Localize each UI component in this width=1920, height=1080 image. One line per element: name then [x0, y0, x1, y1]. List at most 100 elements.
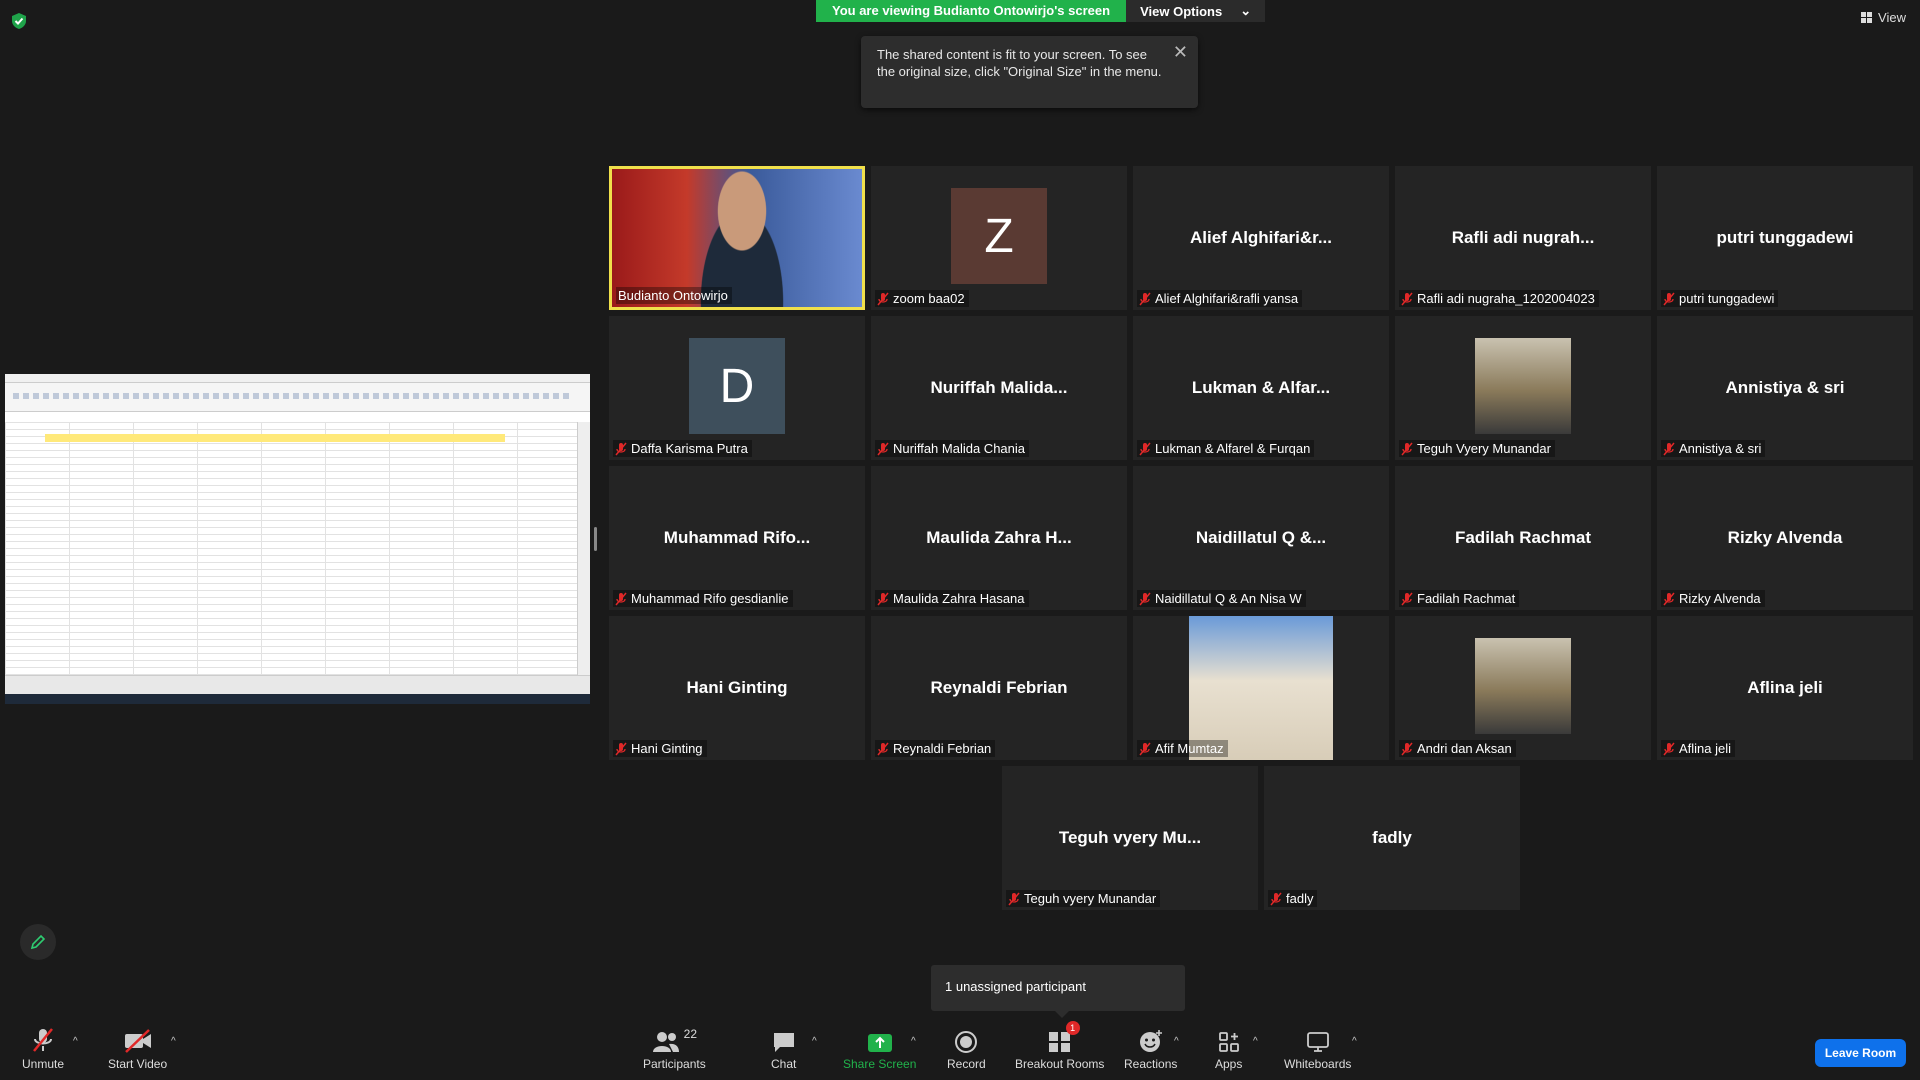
- start-video-button[interactable]: Start Video: [108, 1027, 167, 1071]
- participant-name-large: Reynaldi Febrian: [930, 678, 1068, 697]
- shared-taskbar: [5, 694, 590, 704]
- share-options-caret[interactable]: ^: [911, 1036, 916, 1047]
- breakout-rooms-button[interactable]: 1 Breakout Rooms: [1015, 1021, 1105, 1071]
- participant-label: Fadilah Rachmat: [1399, 590, 1520, 607]
- participants-button[interactable]: 22 Participants: [643, 1027, 706, 1071]
- pencil-icon: [30, 934, 46, 950]
- microphone-muted-icon: [1139, 442, 1151, 456]
- chat-options-caret[interactable]: ^: [812, 1036, 817, 1047]
- view-button[interactable]: View: [1861, 10, 1906, 25]
- participant-name-large: Naidillatul Q &...: [1195, 528, 1327, 547]
- view-label: View: [1878, 10, 1906, 25]
- participant-tile[interactable]: Teguh Vyery Munandar: [1395, 316, 1651, 460]
- participant-name: Daffa Karisma Putra: [631, 441, 748, 456]
- close-icon[interactable]: ✕: [1173, 42, 1188, 63]
- unmute-button[interactable]: Unmute: [22, 1027, 64, 1071]
- participant-tile[interactable]: Teguh vyery Mu... Teguh vyery Munandar: [1002, 766, 1258, 910]
- participant-tile[interactable]: fadly fadly: [1264, 766, 1520, 910]
- participant-tile[interactable]: Nuriffah Malida... Nuriffah Malida Chania: [871, 316, 1127, 460]
- breakout-label: Breakout Rooms: [1015, 1057, 1105, 1071]
- participant-name-large: Fadilah Rachmat: [1454, 528, 1592, 547]
- share-screen-button[interactable]: Share Screen: [843, 1027, 916, 1071]
- shared-screen[interactable]: [5, 374, 590, 704]
- participant-tile[interactable]: Naidillatul Q &... Naidillatul Q & An Nis…: [1133, 466, 1389, 610]
- reactions-options-caret[interactable]: ^: [1174, 1036, 1179, 1047]
- participant-tile[interactable]: Afif Mumtaz: [1133, 616, 1389, 760]
- whiteboards-button[interactable]: Whiteboards: [1284, 1027, 1351, 1071]
- audio-options-caret[interactable]: ^: [73, 1036, 78, 1047]
- participant-label: Hani Ginting: [613, 740, 707, 757]
- annotate-button[interactable]: [20, 924, 56, 960]
- participant-tile[interactable]: Rizky Alvenda Rizky Alvenda: [1657, 466, 1913, 610]
- participant-tile[interactable]: Rafli adi nugrah... Rafli adi nugraha_120…: [1395, 166, 1651, 310]
- participant-name-large: Hani Ginting: [686, 678, 788, 697]
- microphone-muted-icon: [1270, 892, 1282, 906]
- participant-tile[interactable]: Muhammad Rifo... Muhammad Rifo gesdianlie: [609, 466, 865, 610]
- view-options-button[interactable]: View Options ⌄: [1126, 0, 1266, 22]
- participant-name-large: Muhammad Rifo...: [663, 528, 811, 547]
- participant-name-large: Rizky Alvenda: [1727, 528, 1843, 547]
- participant-label: Lukman & Alfarel & Furqan: [1137, 440, 1315, 457]
- video-options-caret[interactable]: ^: [171, 1036, 176, 1047]
- participant-tile[interactable]: Reynaldi Febrian Reynaldi Febrian: [871, 616, 1127, 760]
- participant-label: Daffa Karisma Putra: [613, 440, 752, 457]
- tooltip-text: The shared content is fit to your screen…: [877, 47, 1162, 79]
- participant-tile[interactable]: Aflina jeli Aflina jeli: [1657, 616, 1913, 760]
- participant-name: Aflina jeli: [1679, 741, 1732, 756]
- chat-button[interactable]: Chat: [771, 1027, 796, 1071]
- participants-label: Participants: [643, 1057, 706, 1071]
- shield-icon[interactable]: [10, 12, 28, 30]
- reactions-button[interactable]: Reactions: [1124, 1027, 1177, 1071]
- participant-tile[interactable]: putri tunggadewi putri tunggadewi: [1657, 166, 1913, 310]
- participant-tile[interactable]: Fadilah Rachmat Fadilah Rachmat: [1395, 466, 1651, 610]
- participant-tile[interactable]: Zzoom baa02: [871, 166, 1127, 310]
- viewing-banner: You are viewing Budianto Ontowirjo's scr…: [816, 0, 1266, 22]
- participant-label: Muhammad Rifo gesdianlie: [613, 590, 793, 607]
- record-button[interactable]: Record: [947, 1027, 986, 1071]
- microphone-muted-icon: [877, 742, 889, 756]
- whiteboards-options-caret[interactable]: ^: [1352, 1036, 1357, 1047]
- microphone-muted-icon: [1139, 592, 1151, 606]
- splitter-handle[interactable]: [594, 527, 597, 551]
- apps-label: Apps: [1215, 1057, 1243, 1071]
- microphone-muted-icon: [615, 442, 627, 456]
- grid-icon: [1861, 12, 1873, 23]
- shared-statusbar: [5, 675, 590, 694]
- participant-tile[interactable]: D Daffa Karisma Putra: [609, 316, 865, 460]
- participant-name: Rafli adi nugraha_1202004023: [1417, 291, 1595, 306]
- share-screen-label: Share Screen: [843, 1057, 917, 1071]
- participant-tile[interactable]: Hani Ginting Hani Ginting: [609, 616, 865, 760]
- participant-name-large: Lukman & Alfar...: [1191, 378, 1331, 397]
- participant-name: Lukman & Alfarel & Furqan: [1155, 441, 1311, 456]
- unassigned-text: 1 unassigned participant: [945, 979, 1086, 994]
- participant-label: fadly: [1268, 890, 1318, 907]
- chat-icon: [773, 1033, 794, 1052]
- participant-name: Budianto Ontowirjo: [618, 288, 728, 303]
- participant-label: Alief Alghifari&rafli yansa: [1137, 290, 1303, 307]
- breakout-rooms-icon: [1048, 1032, 1070, 1052]
- participant-tile[interactable]: Maulida Zahra H... Maulida Zahra Hasana: [871, 466, 1127, 610]
- participant-name: Fadilah Rachmat: [1417, 591, 1516, 606]
- participant-name: zoom baa02: [893, 291, 965, 306]
- participant-name: Andri dan Aksan: [1417, 741, 1512, 756]
- participant-label: Rafli adi nugraha_1202004023: [1399, 290, 1599, 307]
- participant-name: Teguh Vyery Munandar: [1417, 441, 1551, 456]
- shared-scrollbar: [577, 422, 590, 676]
- participant-tile[interactable]: Lukman & Alfar... Lukman & Alfarel & Furq…: [1133, 316, 1389, 460]
- participant-tile[interactable]: Alief Alghifari&r... Alief Alghifari&rafl…: [1133, 166, 1389, 310]
- microphone-muted-icon: [1663, 292, 1675, 306]
- apps-options-caret[interactable]: ^: [1253, 1036, 1258, 1047]
- viewing-status: You are viewing Budianto Ontowirjo's scr…: [816, 0, 1127, 22]
- leave-room-button[interactable]: Leave Room: [1815, 1039, 1906, 1067]
- participant-name-large: Teguh vyery Mu...: [1058, 828, 1202, 847]
- participant-tile[interactable]: Annistiya & sri Annistiya & sri: [1657, 316, 1913, 460]
- participant-name-large: fadly: [1372, 828, 1412, 847]
- participant-tile[interactable]: Andri dan Aksan: [1395, 616, 1651, 760]
- record-label: Record: [947, 1057, 986, 1071]
- participant-tile[interactable]: Budianto Ontowirjo: [609, 166, 865, 310]
- shared-header-row: [45, 434, 505, 442]
- breakout-badge: 1: [1065, 1021, 1080, 1035]
- view-options-label: View Options: [1140, 3, 1223, 19]
- microphone-muted-icon: [877, 592, 889, 606]
- apps-button[interactable]: Apps: [1215, 1027, 1242, 1071]
